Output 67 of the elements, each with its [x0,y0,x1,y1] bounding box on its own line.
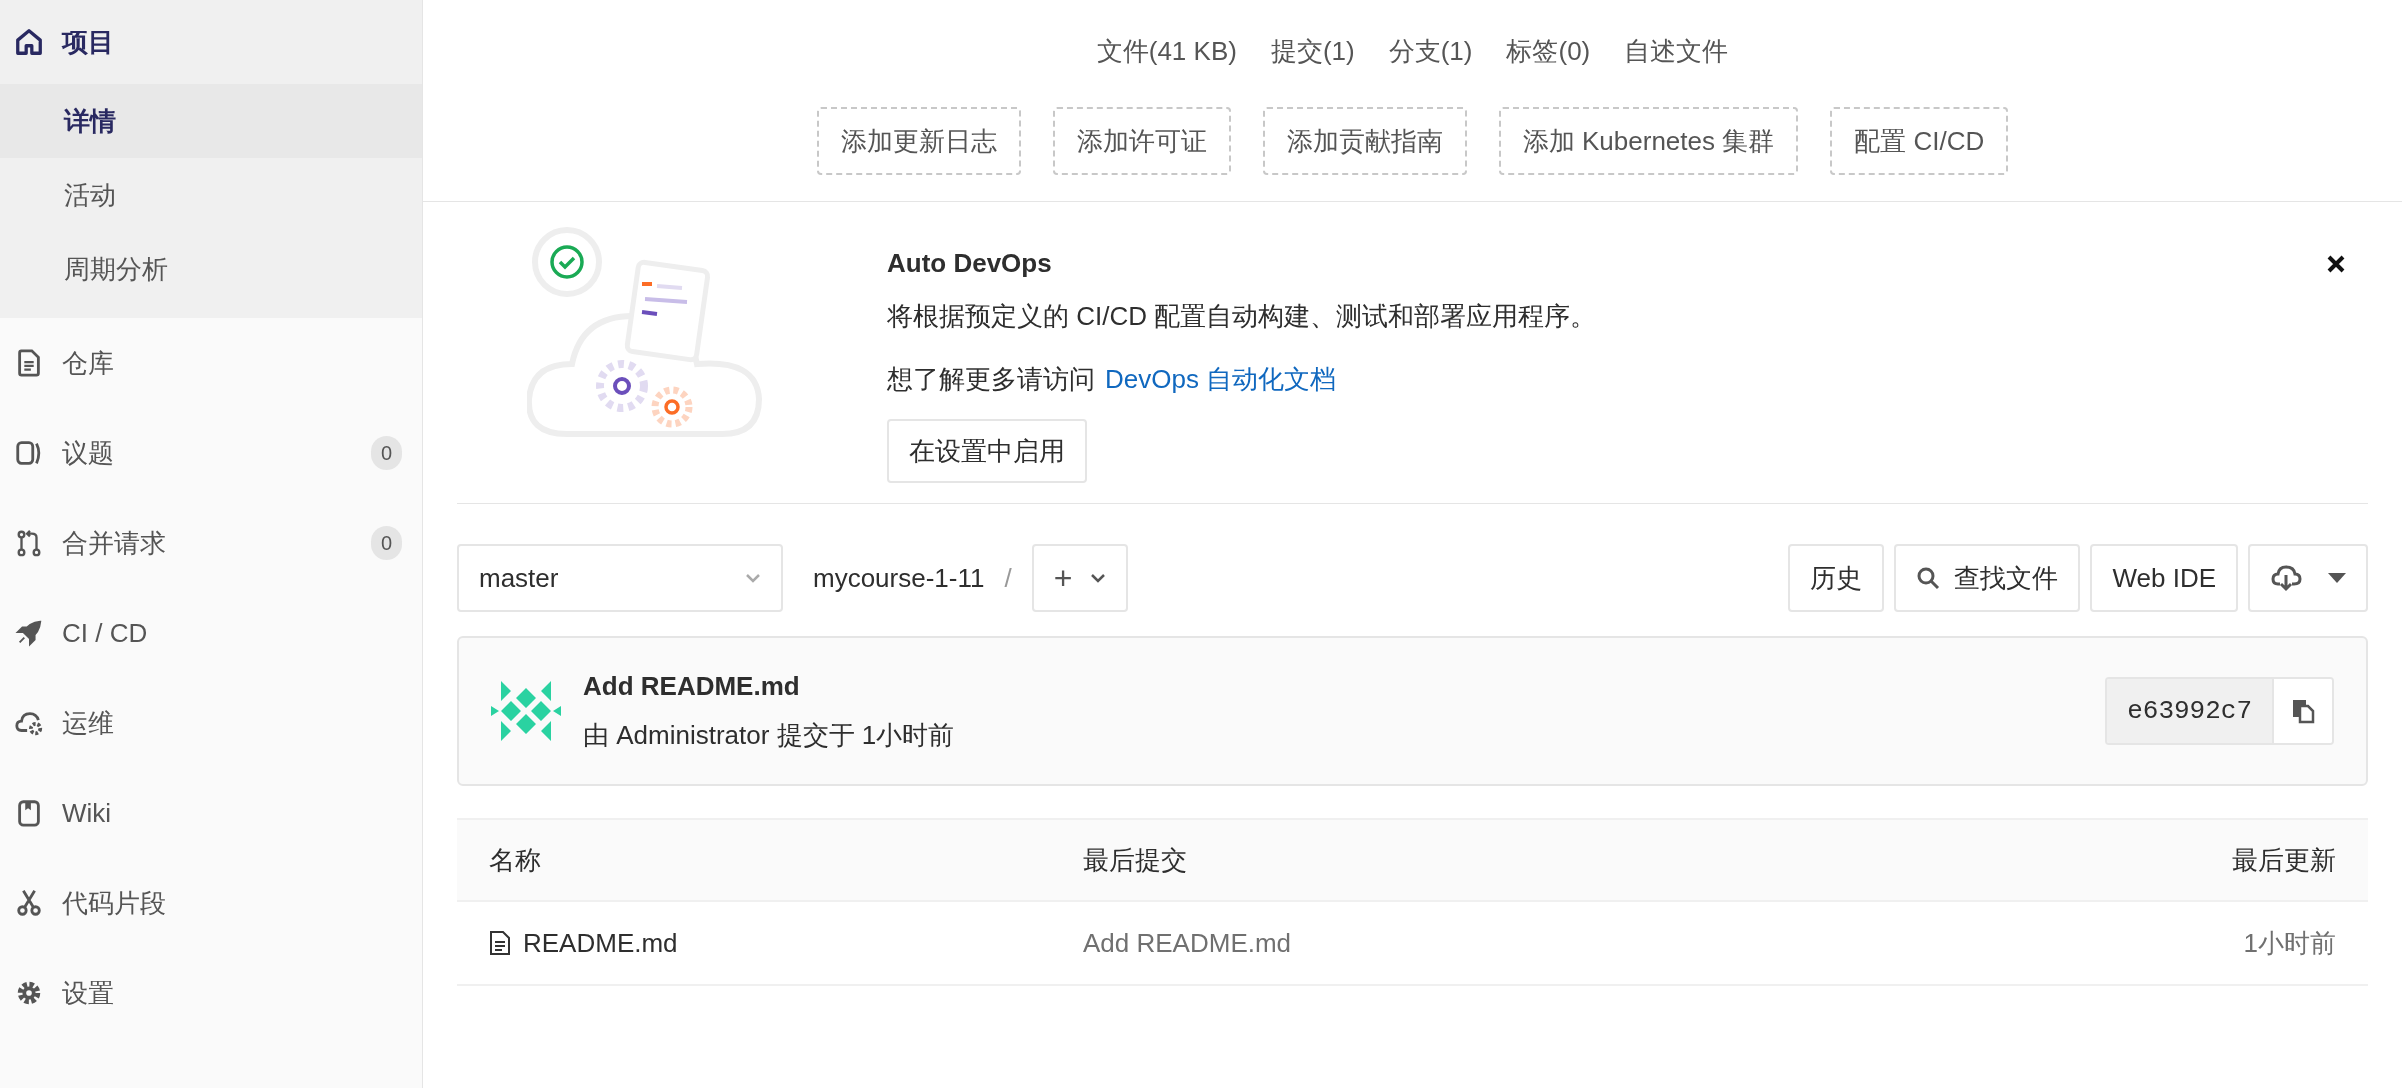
sidebar-item[interactable]: Wiki [0,768,422,858]
history-button[interactable]: 历史 [1788,544,1885,612]
branch-dropdown[interactable]: master [457,544,783,612]
commit-sha[interactable]: e63992c7 [2107,679,2274,743]
search-icon [1916,566,1941,590]
web-ide-button[interactable]: Web IDE [2090,544,2238,612]
sidebar-item-label: 仓库 [62,346,115,380]
file-name-link[interactable]: README.md [523,923,678,963]
sidebar-item[interactable]: 合并请求 0 [0,498,422,588]
stat-link[interactable]: 自述文件 [1624,32,1729,71]
commit-title[interactable]: Add README.md [583,667,2106,706]
file-icon [489,930,511,956]
sidebar-item-label: 设置 [62,976,115,1010]
add-button[interactable]: 添加贡献指南 [1262,107,1467,175]
sidebar-item[interactable]: CI / CD [0,588,422,678]
count-badge: 0 [370,526,402,560]
path-separator: / [1004,561,1012,595]
column-header: 最后更新 [2231,843,2337,877]
sidebar-item-label: CI / CD [62,616,149,650]
sidebar-item[interactable]: 设置 [0,948,422,1038]
cloud-download-icon [2270,564,2302,592]
close-icon[interactable] [2326,254,2346,274]
stat-link[interactable]: 标签(0) [1506,32,1591,71]
download-dropdown[interactable] [2248,544,2368,612]
sidebar-item[interactable]: 议题 0 [0,408,422,498]
stat-link[interactable]: 文件(41 KB) [1096,32,1237,71]
sidebar-item-label: 合并请求 [62,526,167,560]
copy-button[interactable] [2274,679,2332,743]
sidebar-subitem[interactable]: 周期分析 [0,232,422,306]
sidebar-item-label: 议题 [62,436,115,470]
sidebar-subitem[interactable]: 活动 [0,158,422,232]
column-header: 名称 [488,843,542,877]
stat-link[interactable]: 提交(1) [1270,32,1355,71]
caret-icon [2328,573,2346,583]
commit-message-link[interactable]: Add README.md [1083,927,1292,958]
sidebar-item-label: Wiki [62,796,113,830]
find-file-button[interactable]: 查找文件 [1894,544,2081,612]
stat-link[interactable]: 分支(1) [1388,32,1473,71]
learn-more-text: 想了解更多请访问 [887,363,1095,396]
last-update-cell-text: 1小时前 [2242,926,2337,960]
sidebar-item[interactable]: 仓库 [0,318,422,408]
count-badge: 0 [370,436,402,470]
home-icon [14,27,44,57]
sidebar-subitem[interactable]: 详情 [0,84,422,158]
sidebar-item[interactable]: 代码片段 [0,858,422,948]
sidebar-item[interactable]: 运维 [0,678,422,768]
sidebar-item-label: 项目 [62,25,115,59]
sidebar-item-label: 代码片段 [62,886,167,920]
sidebar-item[interactable]: 项目 [0,0,422,84]
rocket-icon [14,618,44,648]
enable-button[interactable]: 在设置中启用 [887,419,1087,483]
add-dropdown[interactable]: + [1031,544,1129,612]
copy-icon [2291,698,2315,724]
banner-description: 将根据预定义的 CI/CD 配置自动构建、测试和部署应用程序。 [887,300,1597,333]
banner-title: Auto DevOps [887,247,1053,280]
add-button[interactable]: 添加更新日志 [816,107,1021,175]
column-header: 最后提交 [1083,843,1188,877]
add-button[interactable]: 添加 Kubernetes 集群 [1498,107,1799,175]
scissors-icon [14,888,44,918]
add-button[interactable]: 添加许可证 [1052,107,1231,175]
sidebar-item-label: 运维 [62,706,115,740]
add-button[interactable]: 配置 CI/CD [1830,107,2009,175]
commit-meta: 由 Administrator 提交于 1小时前 [583,719,956,752]
chevron-down-icon [745,573,761,583]
docs-link[interactable]: DevOps 自动化文档 [1105,360,1337,399]
path-text: mycourse-1-11 [813,561,985,595]
chevron-down-icon [1090,573,1107,583]
